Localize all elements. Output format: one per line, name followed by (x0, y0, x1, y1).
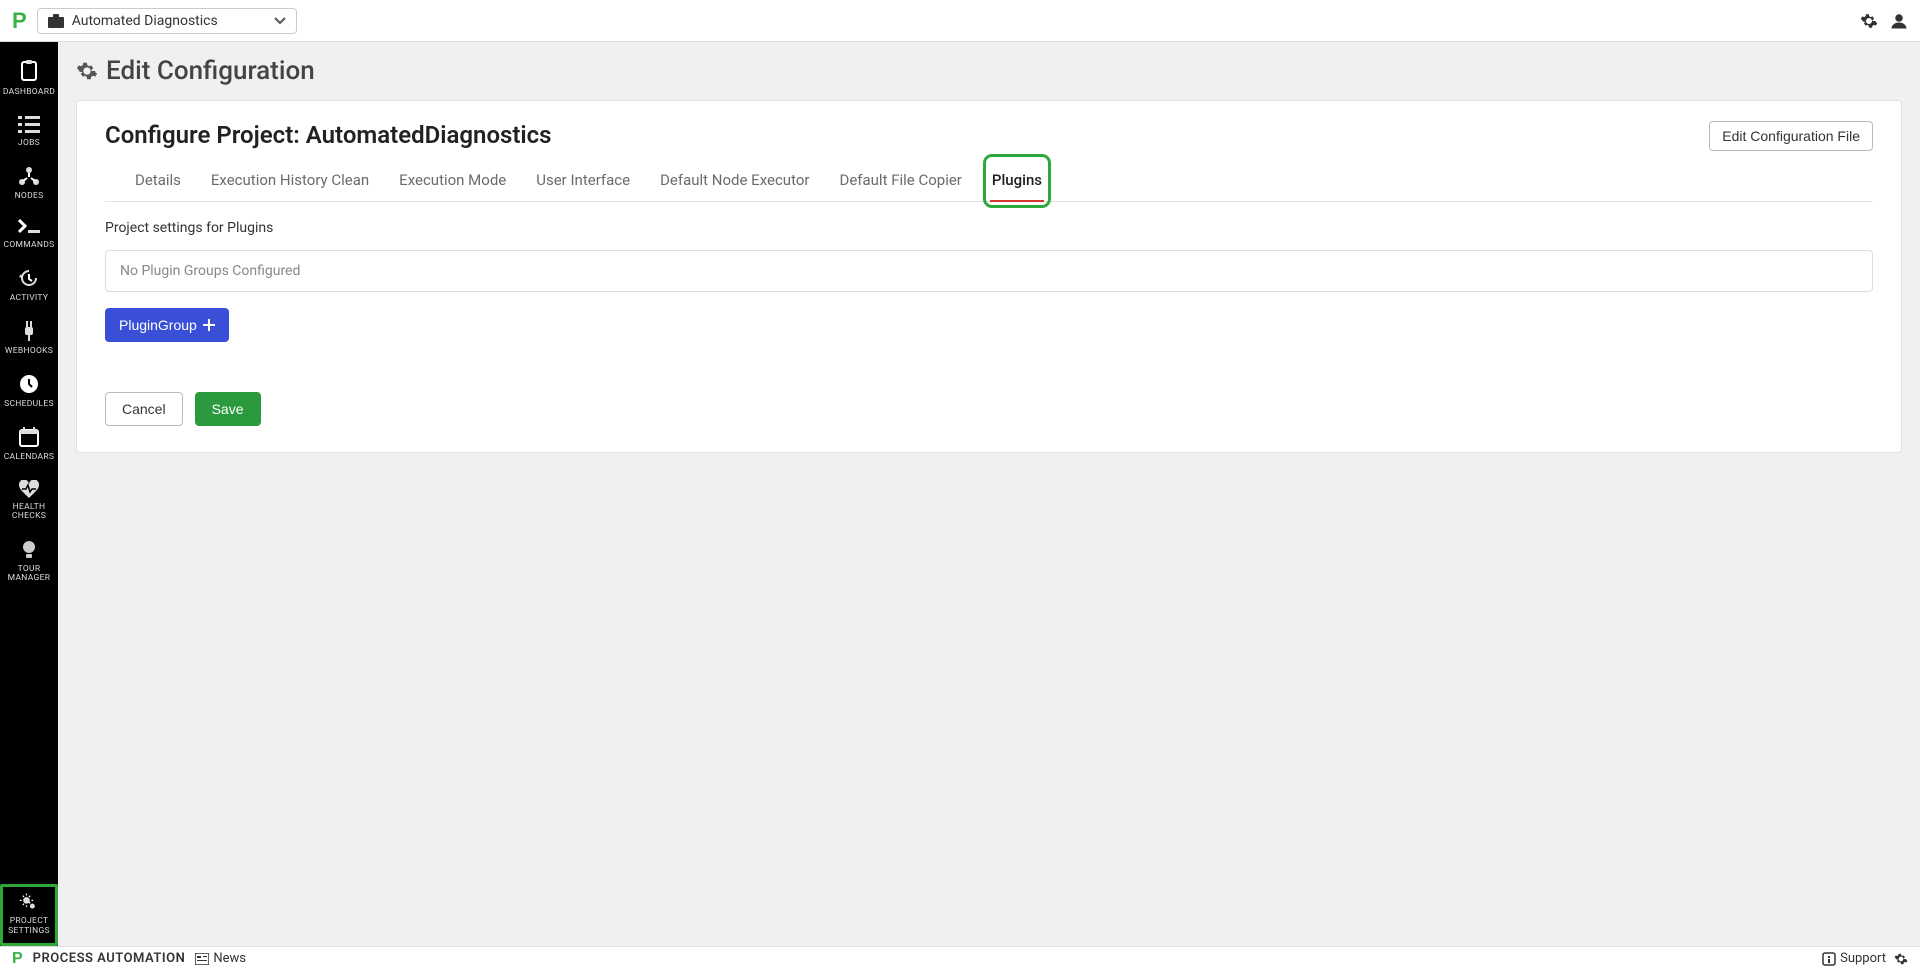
add-plugin-group-button[interactable]: PluginGroup (105, 308, 229, 342)
tab-details[interactable]: Details (133, 161, 183, 201)
news-label: News (213, 951, 246, 966)
sidebar-item-label: SCHEDULES (2, 399, 56, 409)
sidebar-item-label: DASHBOARD (2, 87, 56, 97)
terminal-icon (18, 219, 40, 235)
tab-plugins[interactable]: Plugins (990, 161, 1044, 201)
sidebar-item-label: HEALTHCHECKS (2, 503, 56, 522)
briefcase-icon (48, 14, 64, 28)
sidebar-item-label: PROJECTSETTINGS (2, 917, 56, 936)
page-title: Edit Configuration (76, 56, 1902, 86)
news-icon (195, 953, 209, 965)
tab-user-interface[interactable]: User Interface (534, 161, 632, 201)
support-icon (1822, 952, 1836, 966)
page-title-text: Edit Configuration (106, 56, 315, 86)
gear-icon[interactable] (1894, 952, 1908, 966)
project-selector-label: Automated Diagnostics (72, 13, 218, 29)
sidebar-item-label: NODES (2, 191, 56, 201)
sidebar-item-activity[interactable]: ACTIVITY (0, 260, 58, 313)
section-text: Project settings for Plugins (105, 220, 1873, 236)
sidebar-item-label: ACTIVITY (2, 293, 56, 303)
sidebar-item-project-settings[interactable]: PROJECTSETTINGS (0, 884, 58, 946)
plus-icon (203, 319, 215, 331)
sidebar-item-health-checks[interactable]: HEALTHCHECKS (0, 472, 58, 532)
gear-icon[interactable] (1860, 12, 1878, 30)
calendar-icon (19, 427, 39, 447)
sidebar-item-label: TOURMANAGER (2, 565, 56, 584)
sidebar-item-label: JOBS (2, 138, 56, 148)
brand-text: PROCESS AUTOMATION (33, 951, 186, 966)
sidebar-item-jobs[interactable]: JOBS (0, 107, 58, 158)
list-icon (18, 115, 40, 133)
cancel-button[interactable]: Cancel (105, 392, 183, 426)
news-link[interactable]: News (195, 951, 246, 966)
sidebar-item-webhooks[interactable]: WEBHOOKS (0, 313, 58, 366)
gear-icon (76, 60, 98, 82)
add-plugin-group-label: PluginGroup (119, 317, 197, 333)
sidebar-item-schedules[interactable]: SCHEDULES (0, 366, 58, 419)
heartbeat-icon (18, 480, 40, 498)
cogs-icon (18, 892, 40, 912)
save-button[interactable]: Save (195, 392, 261, 426)
tab-default-node-executor[interactable]: Default Node Executor (658, 161, 811, 201)
nodes-icon (18, 166, 40, 186)
user-icon[interactable] (1890, 12, 1908, 30)
sidebar-item-label: CALENDARS (2, 452, 56, 462)
sidebar-item-label: COMMANDS (2, 240, 56, 250)
chevron-down-icon (274, 17, 286, 25)
sidebar-item-calendars[interactable]: CALENDARS (0, 419, 58, 472)
brand-logo-small[interactable]: P (12, 950, 23, 968)
sidebar-item-label: WEBHOOKS (2, 346, 56, 356)
configure-label: Configure Project: (105, 121, 300, 149)
sidebar-item-tour-manager[interactable]: TOURMANAGER (0, 532, 58, 594)
clock-icon (19, 374, 39, 394)
support-label: Support (1840, 951, 1886, 966)
history-icon (19, 268, 39, 288)
sidebar-item-nodes[interactable]: NODES (0, 158, 58, 211)
card-title: Configure Project: AutomatedDiagnostics (105, 121, 552, 149)
support-link[interactable]: Support (1822, 951, 1886, 966)
tab-default-file-copier[interactable]: Default File Copier (837, 161, 963, 201)
sidebar-item-commands[interactable]: COMMANDS (0, 211, 58, 260)
empty-plugin-groups: No Plugin Groups Configured (105, 250, 1873, 292)
clipboard-icon (19, 60, 39, 82)
tab-execution-history-clean[interactable]: Execution History Clean (209, 161, 371, 201)
tab-execution-mode[interactable]: Execution Mode (397, 161, 508, 201)
sidebar-item-dashboard[interactable]: DASHBOARD (0, 52, 58, 107)
sidebar: DASHBOARD JOBS NODES COMMANDS ACTIVITY W… (0, 42, 58, 946)
plug-icon (20, 321, 38, 341)
bulb-icon (21, 540, 37, 560)
project-selector[interactable]: Automated Diagnostics (37, 8, 297, 34)
brand-logo[interactable]: P (12, 8, 27, 34)
project-name: AutomatedDiagnostics (306, 121, 552, 149)
edit-config-file-button[interactable]: Edit Configuration File (1709, 121, 1873, 151)
